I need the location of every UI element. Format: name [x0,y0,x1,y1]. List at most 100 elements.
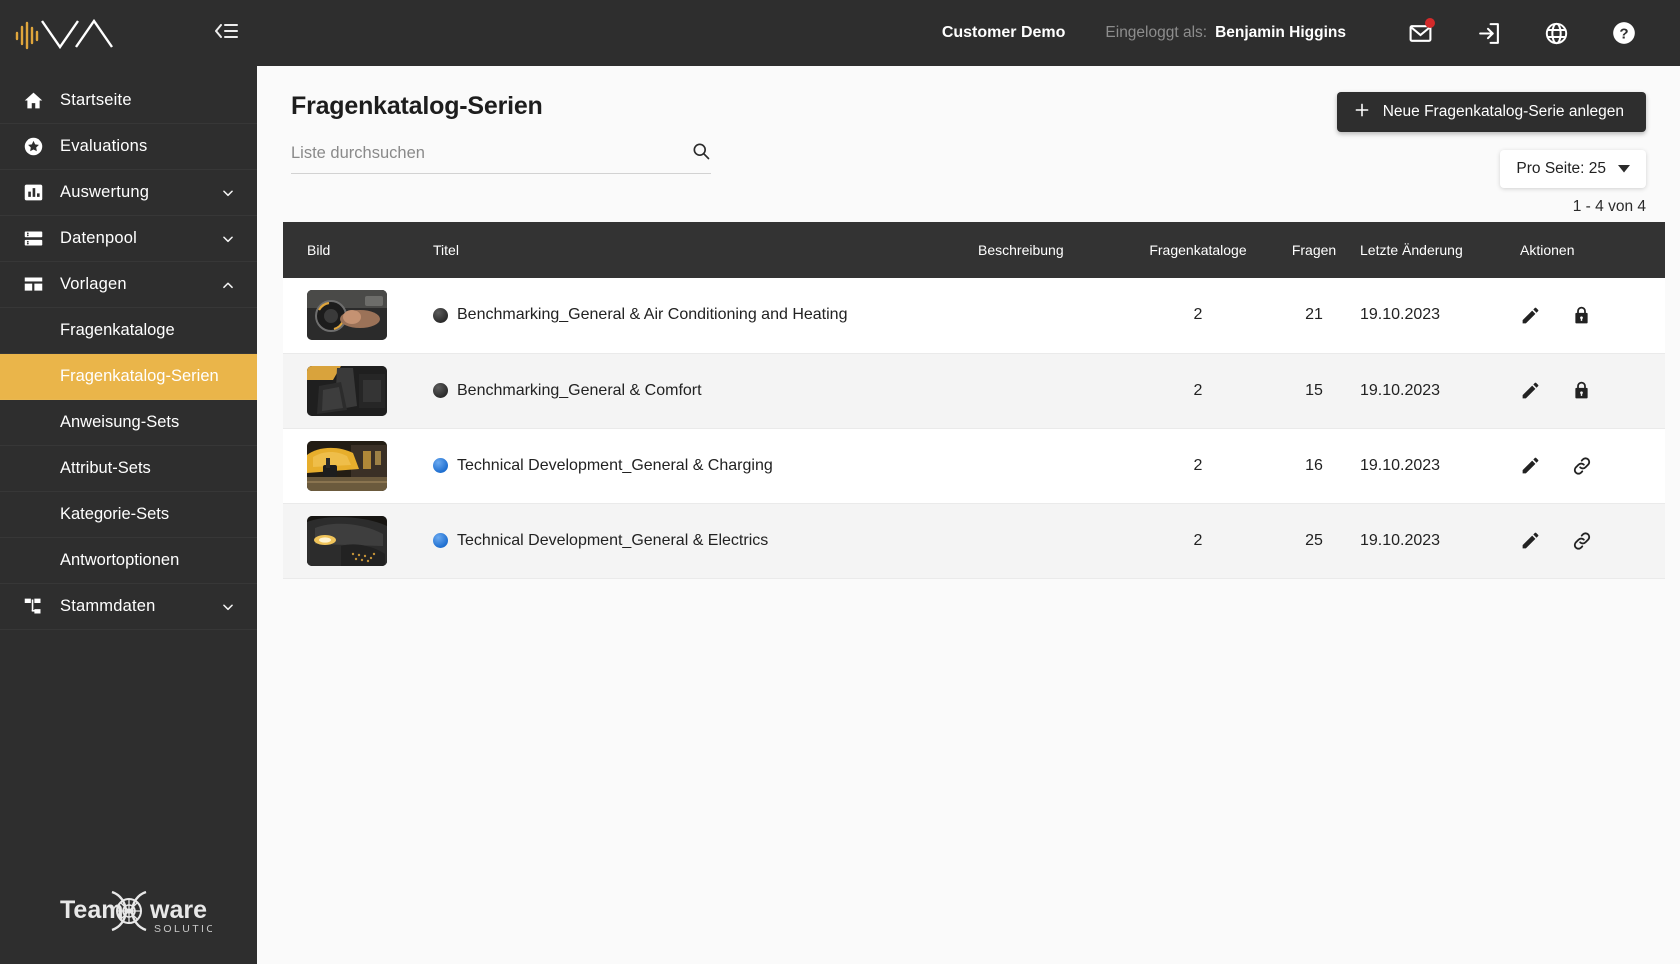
row-fragen: 25 [1305,531,1323,549]
logout-icon[interactable] [1466,11,1510,55]
edit-icon[interactable] [1520,305,1541,326]
sidebar-item-auswertung[interactable]: Auswertung [0,170,257,216]
row-thumbnail-cell [283,278,433,353]
column-header-letzte-aenderung[interactable]: Letzte Änderung [1360,222,1520,278]
edit-icon[interactable] [1520,455,1541,476]
row-title-cell: Technical Development_General & Electric… [433,503,978,578]
help-icon[interactable]: ? [1602,11,1646,55]
mail-icon[interactable] [1398,11,1442,55]
lock-icon[interactable] [1571,380,1592,401]
database-icon [22,228,44,250]
sidebar-item-startseite[interactable]: Startseite [0,78,257,124]
row-beschreibung [978,503,1128,578]
topbar: Customer Demo Eingeloggt als: Benjamin H… [257,0,1680,66]
sidebar-item-label: Startseite [60,91,132,109]
chevron-down-icon [221,232,235,246]
bar-chart-icon [22,182,44,204]
sidebar-item-attribut-sets[interactable]: Attribut-Sets [0,446,257,492]
column-header-bild[interactable]: Bild [283,222,433,278]
status-marker-dark [433,307,448,323]
star-icon [22,136,44,158]
edit-icon[interactable] [1520,530,1541,551]
row-title: Benchmarking_General & Comfort [457,381,702,399]
column-header-fragenkataloge[interactable]: Fragenkataloge [1128,222,1268,278]
new-fragenkatalog-serie-button[interactable]: Neue Fragenkatalog-Serie anlegen [1336,92,1646,132]
table-row[interactable]: Technical Development_General & Charging… [283,428,1665,503]
sidebar-item-kategorie-sets[interactable]: Kategorie-Sets [0,492,257,538]
row-beschreibung [978,278,1128,353]
table-row[interactable]: Benchmarking_General & Comfort 2 15 19.1… [283,353,1665,428]
result-count: 1 - 4 von 4 [1572,198,1646,215]
chevron-up-icon [221,278,235,292]
mail-badge [1425,18,1435,28]
home-icon [22,90,44,112]
row-title: Benchmarking_General & Air Conditioning … [457,306,848,324]
plus-icon [1353,101,1371,124]
row-title-cell: Benchmarking_General & Comfort [433,353,978,428]
collapse-sidebar-icon[interactable] [213,20,239,47]
search-icon[interactable] [691,141,711,166]
table-row[interactable]: Benchmarking_General & Air Conditioning … [283,278,1665,353]
sidebar-footer-logo: Team ware SOLUTIONS [0,882,257,940]
row-letzte-aenderung: 19.10.2023 [1360,456,1441,474]
sidebar-item-fragenkatalog-serien[interactable]: Fragenkatalog-Serien [0,354,257,400]
column-header-aktionen: Aktionen [1520,242,1575,258]
sidebar-item-label: Evaluations [60,137,148,155]
row-title: Technical Development_General & Electric… [457,531,769,549]
per-page-selector[interactable]: Pro Seite: 25 [1500,150,1646,188]
sidebar-item-anweisung-sets[interactable]: Anweisung-Sets [0,400,257,446]
tenant-name: Customer Demo [941,24,1066,41]
row-fragen: 15 [1305,381,1323,399]
app-logo[interactable] [14,13,154,53]
globe-icon[interactable] [1534,11,1578,55]
column-header-beschreibung[interactable]: Beschreibung [978,222,1128,278]
sidebar-item-fragenkataloge[interactable]: Fragenkataloge [0,308,257,354]
svg-text:Team: Team [60,896,123,924]
search-field[interactable] [291,141,711,174]
row-actions-cell [1520,353,1665,428]
logged-in-user: Benjamin Higgins [1215,24,1346,41]
sidebar-item-vorlagen[interactable]: Vorlagen [0,262,257,308]
thumbnail-steering-wheel-controls [307,290,387,341]
svg-text:?: ? [1619,25,1628,42]
new-button-label: Neue Fragenkatalog-Serie anlegen [1382,103,1624,120]
table-container: Bild Titel Beschreibung Fragenkataloge F… [257,222,1680,579]
main-area: Customer Demo Eingeloggt als: Benjamin H… [257,0,1680,964]
row-thumbnail-cell [283,353,433,428]
status-marker-dark [433,383,448,398]
row-fragen: 21 [1305,306,1323,324]
row-beschreibung [978,428,1128,503]
table-header: Bild Titel Beschreibung Fragenkataloge F… [283,222,1665,278]
row-title-cell: Benchmarking_General & Air Conditioning … [433,278,978,353]
search-input[interactable] [291,144,691,163]
logged-in-label: Eingeloggt als: [1105,24,1208,41]
chevron-down-icon [221,600,235,614]
table-body: Benchmarking_General & Air Conditioning … [283,278,1665,578]
row-thumbnail-cell [283,503,433,578]
thumbnail-car-front-headlight [307,515,387,566]
column-header-fragen[interactable]: Fragen [1268,222,1360,278]
table-row[interactable]: Technical Development_General & Electric… [283,503,1665,578]
lock-icon[interactable] [1571,305,1592,326]
column-header-titel[interactable]: Titel [433,222,978,278]
page-header-left: Fragenkatalog-Serien [291,92,711,174]
chevron-down-icon [221,186,235,200]
link-icon[interactable] [1571,530,1593,552]
sidebar-subitem-label: Fragenkatalog-Serien [60,367,219,385]
sidebar-subitem-label: Antwortoptionen [60,551,180,569]
thumbnail-car-seat-interior [307,365,387,416]
sidebar-item-antwortoptionen[interactable]: Antwortoptionen [0,538,257,584]
link-icon[interactable] [1571,455,1593,477]
sidebar-item-stammdaten[interactable]: Stammdaten [0,584,257,630]
edit-icon[interactable] [1520,380,1541,401]
svg-text:SOLUTIONS: SOLUTIONS [154,923,212,935]
row-fragenkataloge: 2 [1193,381,1203,399]
page-content: Fragenkatalog-Serien Liste durchsuchen N… [257,66,1680,964]
status-marker-blue [433,458,448,473]
sidebar: Startseite Evaluations Auswertung Datenp… [0,0,257,964]
page-header-right: Neue Fragenkatalog-Serie anlegen Pro Sei… [1336,92,1646,188]
sidebar-item-evaluations[interactable]: Evaluations [0,124,257,170]
row-letzte-aenderung: 19.10.2023 [1360,531,1441,549]
chevron-down-icon [1618,160,1630,178]
sidebar-item-datenpool[interactable]: Datenpool [0,216,257,262]
